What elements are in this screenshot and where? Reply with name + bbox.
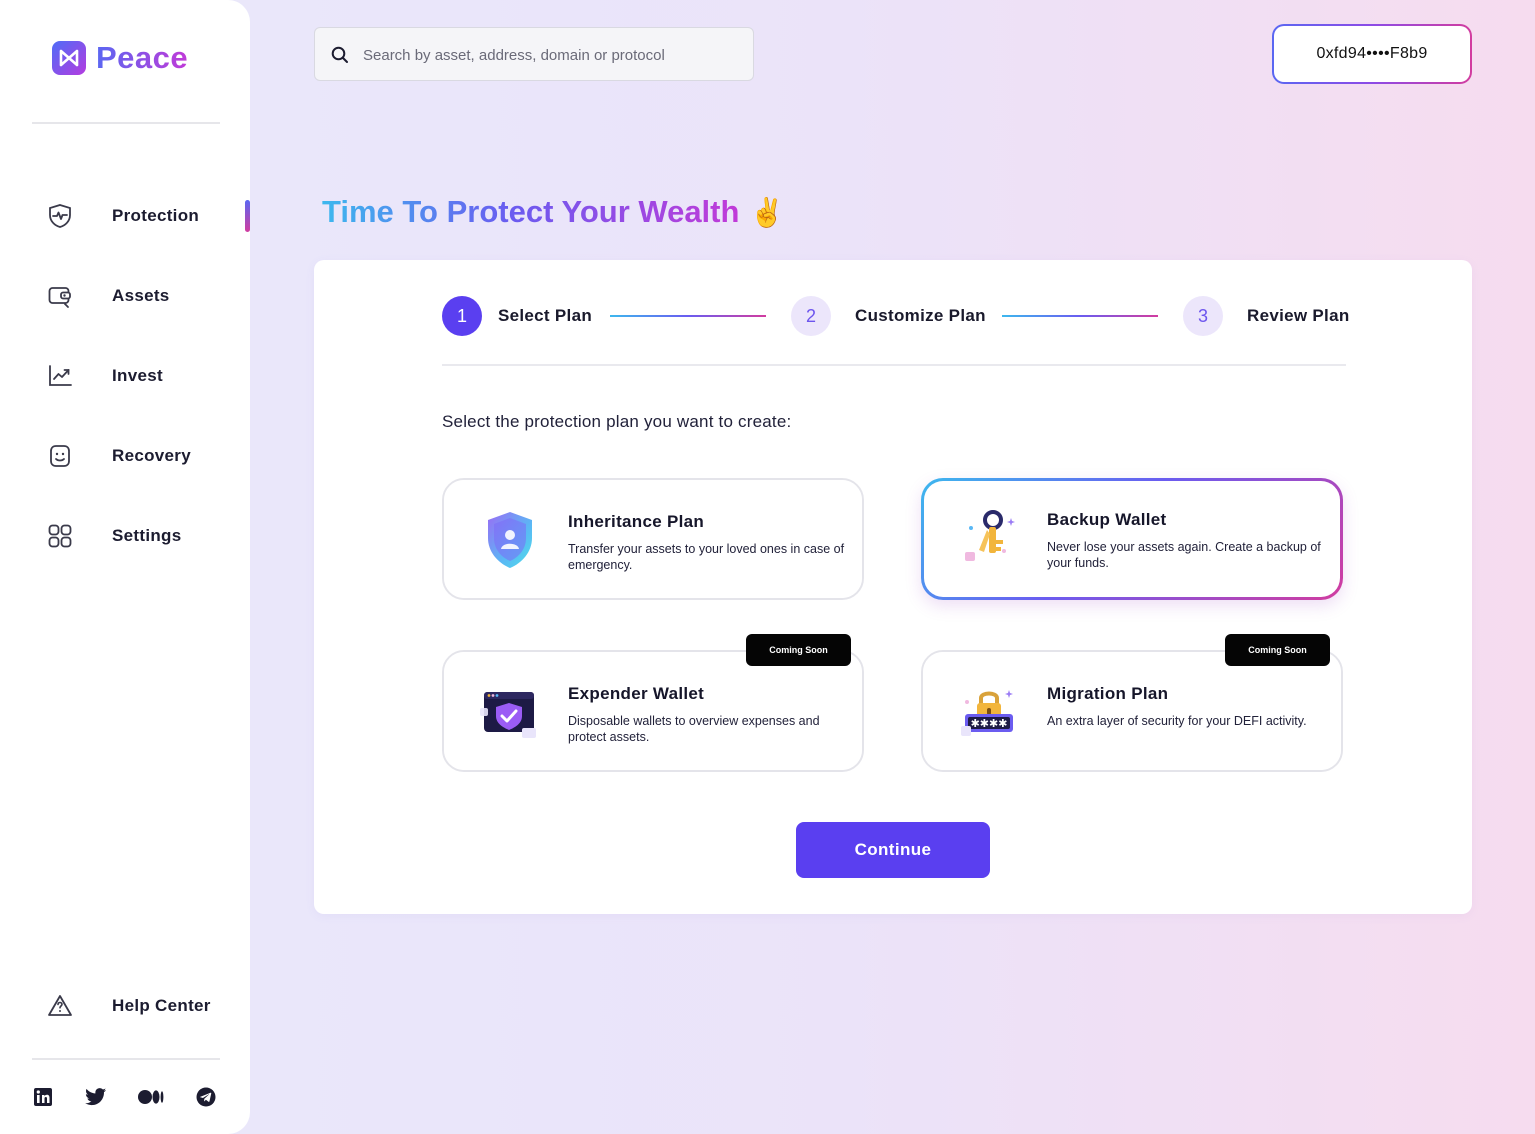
page-title: Time To Protect Your Wealth ✌️ xyxy=(322,194,784,230)
sidebar-item-assets[interactable]: Assets xyxy=(0,276,250,316)
plan-description: Never lose your assets again. Create a b… xyxy=(1047,540,1321,570)
svg-text:✱✱✱✱: ✱✱✱✱ xyxy=(971,717,1008,730)
step-number: 2 xyxy=(791,296,831,336)
step-number: 1 xyxy=(442,296,482,336)
victory-hand-emoji: ✌️ xyxy=(749,196,785,228)
smile-face-icon xyxy=(46,442,74,470)
step-review-plan[interactable]: 3 Review Plan xyxy=(1183,296,1350,336)
twitter-icon[interactable] xyxy=(85,1086,107,1108)
active-indicator xyxy=(245,200,250,232)
plan-selection-card: 1 Select Plan 2 Customize Plan 3 Review … xyxy=(314,260,1472,914)
sidebar-item-label: Settings xyxy=(112,526,182,545)
step-connector xyxy=(610,315,766,317)
trend-chart-icon xyxy=(46,362,74,390)
step-number: 3 xyxy=(1183,296,1223,336)
stepper-divider xyxy=(442,364,1346,366)
plan-title: Expender Wallet xyxy=(568,684,705,703)
step-label: Review Plan xyxy=(1247,306,1350,325)
page-title-text: Time To Protect Your Wealth xyxy=(322,194,740,229)
plan-description: An extra layer of security for your DEFI… xyxy=(1047,714,1307,728)
wallet-address-button[interactable]: 0xfd94••••F8b9 xyxy=(1272,24,1472,84)
plan-title: Backup Wallet xyxy=(1047,510,1167,529)
lock-password-icon: ✱✱✱✱ xyxy=(957,680,1021,744)
sidebar-item-settings[interactable]: Settings xyxy=(0,516,250,556)
coming-soon-badge: Coming Soon xyxy=(746,634,851,666)
search-input[interactable] xyxy=(363,40,743,70)
grid-icon xyxy=(46,522,74,550)
plan-card-migration-plan[interactable]: Coming Soon ✱✱✱✱ Migration Plan An extra… xyxy=(921,634,1343,772)
sidebar-item-label: Invest xyxy=(112,366,163,385)
wallet-address: 0xfd94••••F8b9 xyxy=(1274,26,1470,82)
help-center-link[interactable]: Help Center xyxy=(0,986,250,1026)
sidebar-divider xyxy=(32,1058,220,1060)
brand-name: Peace xyxy=(96,40,189,75)
sidebar-item-label: Recovery xyxy=(112,446,191,465)
sidebar-item-label: Protection xyxy=(112,206,200,225)
plan-card-expender-wallet[interactable]: Coming Soon Expender Wallet Disposable w… xyxy=(442,634,864,772)
continue-button[interactable]: Continue xyxy=(796,822,990,878)
shield-pulse-icon xyxy=(46,202,74,230)
help-center-label: Help Center xyxy=(112,996,211,1015)
step-label: Customize Plan xyxy=(855,306,986,325)
coming-soon-badge: Coming Soon xyxy=(1225,634,1330,666)
shield-person-icon xyxy=(478,508,542,572)
sidebar-divider xyxy=(32,122,220,124)
warning-question-icon xyxy=(46,992,74,1020)
sidebar-item-recovery[interactable]: Recovery xyxy=(0,436,250,476)
key-icon xyxy=(957,506,1021,570)
plan-prompt: Select the protection plan you want to c… xyxy=(442,412,792,431)
brand-logo[interactable]: Peace xyxy=(52,40,188,76)
linkedin-icon[interactable] xyxy=(32,1086,54,1108)
wallet-icon xyxy=(46,282,74,310)
step-customize-plan[interactable]: 2 Customize Plan xyxy=(791,296,986,336)
sidebar-item-label: Assets xyxy=(112,286,170,305)
sidebar-item-invest[interactable]: Invest xyxy=(0,356,250,396)
step-label: Select Plan xyxy=(498,306,593,325)
plan-card-backup-wallet[interactable]: Backup Wallet Never lose your assets aga… xyxy=(921,478,1343,600)
plan-description: Disposable wallets to overview expenses … xyxy=(568,714,820,744)
step-connector xyxy=(1002,315,1158,317)
step-select-plan[interactable]: 1 Select Plan xyxy=(442,296,592,336)
medium-icon[interactable] xyxy=(138,1086,164,1108)
sidebar: Peace Protection Assets Invest Recovery … xyxy=(0,0,250,1134)
social-links xyxy=(32,1086,217,1108)
plan-description: Transfer your assets to your loved ones … xyxy=(568,542,845,572)
sidebar-item-protection[interactable]: Protection xyxy=(0,196,250,236)
search-bar[interactable] xyxy=(314,27,754,81)
search-icon xyxy=(330,45,350,65)
peace-logo-icon xyxy=(52,41,86,75)
telegram-icon[interactable] xyxy=(195,1086,217,1108)
plan-title: Inheritance Plan xyxy=(568,512,705,531)
plan-card-inheritance[interactable]: Inheritance Plan Transfer your assets to… xyxy=(442,478,864,600)
browser-shield-icon xyxy=(478,680,542,744)
plan-title: Migration Plan xyxy=(1047,684,1169,703)
